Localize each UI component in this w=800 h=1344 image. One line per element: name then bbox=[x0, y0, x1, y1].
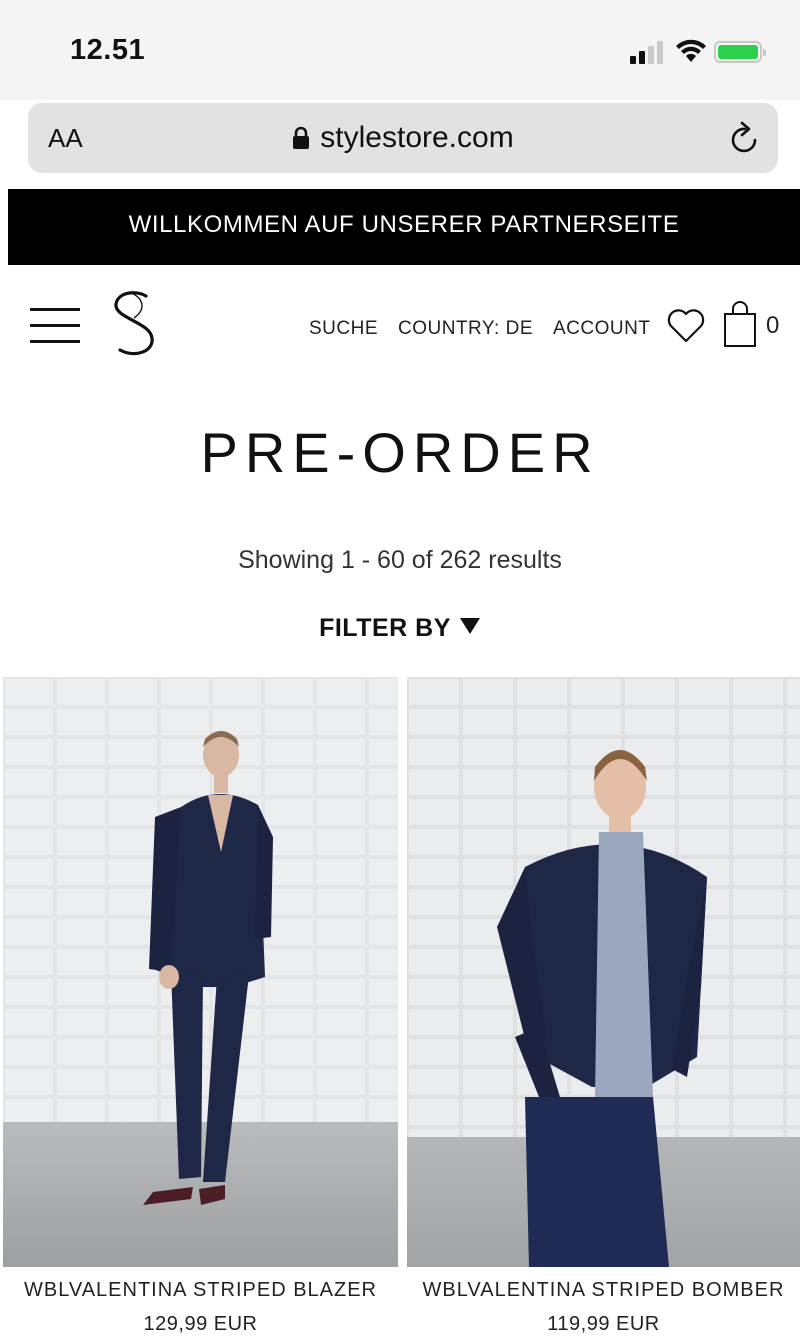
product-card[interactable]: WBLVALENTINA STRIPED BLAZER 129,99 EUR bbox=[3, 677, 398, 1344]
nav-search-link[interactable]: SUCHE bbox=[309, 318, 378, 340]
product-name[interactable]: WBLVALENTINA STRIPED BLAZER bbox=[3, 1279, 398, 1302]
product-price: 129,99 EUR bbox=[143, 1313, 258, 1335]
status-icons bbox=[630, 38, 770, 66]
page-title: PRE-ORDER bbox=[200, 421, 600, 484]
status-time: 12.51 bbox=[70, 34, 146, 66]
reload-icon[interactable] bbox=[728, 121, 762, 157]
product-name[interactable]: WBLVALENTINA STRIPED BOMBER bbox=[407, 1279, 800, 1302]
cellular-signal-icon bbox=[630, 38, 670, 64]
product-image[interactable] bbox=[3, 677, 398, 1267]
lock-icon bbox=[293, 126, 310, 149]
browser-url-bar[interactable]: AA stylestore.com bbox=[28, 103, 778, 173]
product-price: 119,99 EUR bbox=[547, 1313, 660, 1335]
results-count: Showing 1 - 60 of 262 results bbox=[238, 546, 562, 574]
caret-down-icon bbox=[459, 618, 480, 634]
heart-icon[interactable] bbox=[666, 306, 706, 344]
nav-country-link[interactable]: COUNTRY: DE bbox=[398, 318, 533, 340]
wifi-icon bbox=[676, 39, 706, 62]
nav-account-link[interactable]: ACCOUNT bbox=[553, 318, 650, 340]
brand-logo[interactable] bbox=[106, 288, 162, 358]
filter-by-button[interactable]: FILTER BY bbox=[0, 614, 800, 643]
status-bar: 12.51 bbox=[0, 0, 800, 100]
welcome-banner: WILLKOMMEN AUF UNSERER PARTNERSEITE bbox=[8, 189, 800, 265]
battery-icon bbox=[714, 41, 766, 63]
shopping-bag-icon[interactable] bbox=[722, 300, 758, 348]
address-field[interactable]: stylestore.com bbox=[28, 121, 778, 155]
filter-label: FILTER BY bbox=[319, 614, 451, 642]
product-card[interactable]: WBLVALENTINA STRIPED BOMBER 119,99 EUR bbox=[407, 677, 800, 1344]
url-text: stylestore.com bbox=[320, 121, 514, 154]
product-image[interactable] bbox=[407, 677, 800, 1267]
cart-count[interactable]: 0 bbox=[766, 312, 779, 340]
menu-icon[interactable] bbox=[30, 306, 82, 346]
site-header: SUCHE COUNTRY: DE ACCOUNT 0 bbox=[0, 270, 800, 380]
